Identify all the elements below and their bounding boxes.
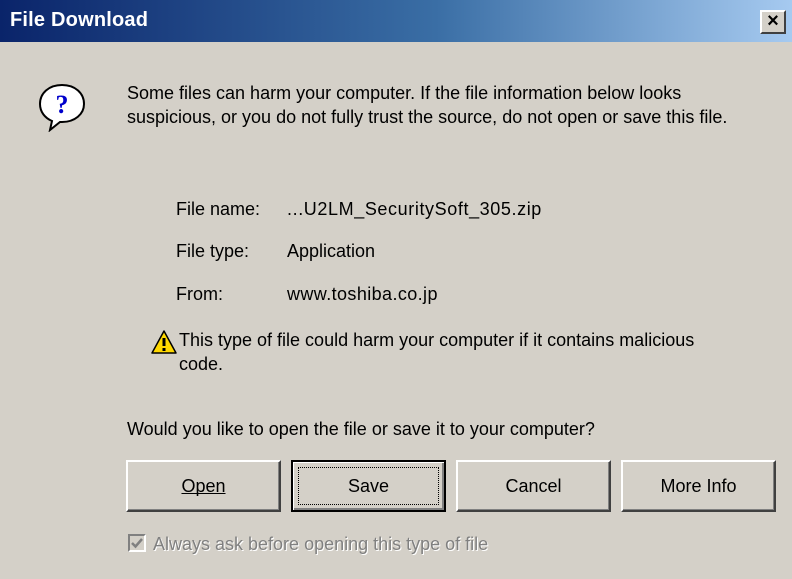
window-title: File Download	[10, 9, 149, 31]
open-button[interactable]: Open	[126, 460, 281, 512]
file-name-value: ...U2LM_SecuritySoft_305.zip	[287, 199, 542, 219]
prompt-text: Would you like to open the file or save …	[127, 419, 595, 439]
title-bar[interactable]: File Download ×	[0, 0, 792, 42]
cancel-button-label: Cancel	[505, 476, 562, 496]
more-info-button[interactable]: More Info	[621, 460, 776, 512]
from-label: From:	[176, 284, 223, 304]
warning-text: This type of file could harm your comput…	[179, 330, 695, 374]
file-type-label: File type:	[176, 241, 250, 261]
close-icon: ×	[767, 10, 779, 32]
file-type-value: Application	[287, 241, 376, 261]
svg-text:?: ?	[56, 90, 69, 119]
cancel-button[interactable]: Cancel	[456, 460, 611, 512]
always-ask-label: Always ask before opening this type of f…	[153, 534, 489, 554]
open-button-label: Open	[181, 476, 226, 496]
from-value: www.toshiba.co.jp	[287, 284, 438, 304]
file-download-dialog: File Download × ? Some files can harm yo…	[0, 0, 792, 579]
warning-icon	[151, 330, 177, 354]
save-button-focus: Save	[298, 467, 439, 505]
checkmark-icon	[131, 538, 143, 549]
question-icon: ?	[38, 83, 86, 132]
intro-text: Some files can harm your computer. If th…	[127, 83, 728, 127]
file-name-label: File name:	[176, 199, 261, 219]
close-button[interactable]: ×	[760, 10, 786, 34]
always-ask-checkbox[interactable]	[128, 534, 146, 552]
more-info-button-label: More Info	[660, 476, 737, 496]
save-button[interactable]: Save	[291, 460, 446, 512]
save-button-label: Save	[347, 476, 390, 496]
